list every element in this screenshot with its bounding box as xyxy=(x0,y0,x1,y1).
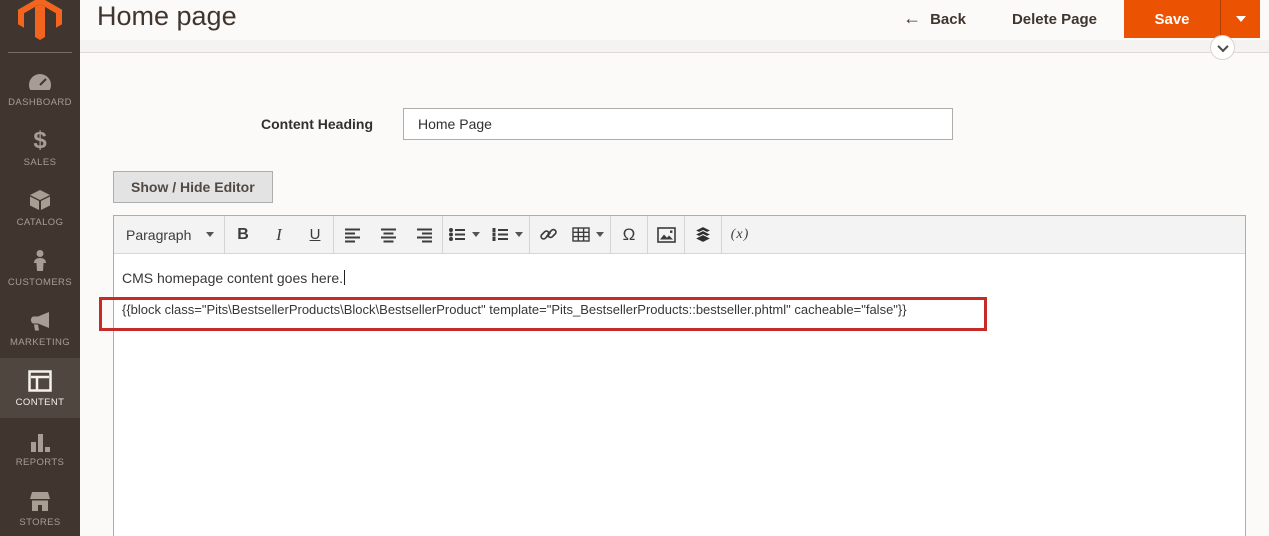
sidebar-item-stores[interactable]: STORES xyxy=(0,478,80,536)
insert-link-button[interactable] xyxy=(530,216,566,253)
marketing-icon xyxy=(28,308,52,332)
sidebar-item-catalog[interactable]: CATALOG xyxy=(0,178,80,238)
save-split-button: Save xyxy=(1124,0,1260,38)
sidebar-divider xyxy=(8,52,72,53)
reports-icon xyxy=(28,428,52,452)
sidebar-item-label: CONTENT xyxy=(15,397,65,408)
align-center-button[interactable] xyxy=(370,216,406,253)
sidebar-item-customers[interactable]: CUSTOMERS xyxy=(0,238,80,298)
content-heading-label: Content Heading xyxy=(261,116,373,132)
insert-variable-button[interactable]: (x) xyxy=(722,216,758,253)
back-arrow-icon: ← xyxy=(903,7,922,28)
section-collapse-toggle[interactable] xyxy=(1210,35,1235,60)
paragraph-format-dropdown[interactable]: Paragraph xyxy=(114,216,224,253)
sidebar-item-label: DASHBOARD xyxy=(8,97,72,108)
admin-menu: DASHBOARD $ SALES CATALOG CUSTOMERS MARK… xyxy=(0,58,80,536)
editor-content-area[interactable]: CMS homepage content goes here. {{block … xyxy=(114,254,1245,536)
back-button[interactable]: ← Back xyxy=(903,7,966,30)
delete-page-button[interactable]: Delete Page xyxy=(1012,11,1097,28)
insert-image-button[interactable] xyxy=(648,216,684,253)
sidebar-item-label: MARKETING xyxy=(9,337,71,348)
sidebar-item-sales[interactable]: $ SALES xyxy=(0,118,80,178)
save-button[interactable]: Save xyxy=(1124,0,1220,38)
content-heading-input[interactable] xyxy=(403,108,953,140)
editor-text-line: CMS homepage content goes here. xyxy=(122,270,346,286)
special-character-button[interactable]: Ω xyxy=(611,216,647,253)
chevron-down-icon xyxy=(472,232,480,237)
customers-icon xyxy=(30,248,50,272)
numbered-list-button[interactable] xyxy=(486,216,529,253)
page-actions-band xyxy=(80,40,1269,53)
chevron-down-icon xyxy=(596,232,604,237)
text-cursor xyxy=(344,270,346,285)
content-heading-field-row: Content Heading xyxy=(113,108,953,140)
insert-table-button[interactable] xyxy=(566,216,610,253)
chevron-down-icon xyxy=(206,232,214,237)
sidebar-item-label: CUSTOMERS xyxy=(7,277,73,288)
align-right-button[interactable] xyxy=(406,216,442,253)
italic-button[interactable]: I xyxy=(261,216,297,253)
sidebar-item-marketing[interactable]: MARKETING xyxy=(0,298,80,358)
chevron-down-icon xyxy=(515,232,523,237)
sidebar-item-content[interactable]: CONTENT xyxy=(0,358,80,418)
editor-toolbar: Paragraph B I U Ω (x) xyxy=(114,216,1245,254)
catalog-icon xyxy=(28,188,52,212)
magento-logo-icon[interactable] xyxy=(18,0,62,42)
stores-icon xyxy=(28,488,52,512)
save-options-caret-button[interactable] xyxy=(1220,0,1260,38)
content-icon xyxy=(28,368,52,392)
underline-button[interactable]: U xyxy=(297,216,333,253)
sales-icon: $ xyxy=(33,127,47,154)
insert-widget-button[interactable] xyxy=(685,216,721,253)
chevron-down-icon xyxy=(1235,16,1246,22)
sidebar-item-label: STORES xyxy=(19,517,61,528)
bullet-list-button[interactable] xyxy=(443,216,486,253)
sidebar-item-label: CATALOG xyxy=(16,217,64,228)
dashboard-icon xyxy=(27,68,53,92)
editor-block-directive-line: {{block class="Pits\BestsellerProducts\B… xyxy=(122,302,907,317)
page-actions: ← Back Delete Page Save xyxy=(903,0,1260,38)
bold-button[interactable]: B xyxy=(225,216,261,253)
magento-admin-cms-page-edit: DASHBOARD $ SALES CATALOG CUSTOMERS MARK… xyxy=(0,0,1269,536)
sidebar-item-dashboard[interactable]: DASHBOARD xyxy=(0,58,80,118)
show-hide-editor-button[interactable]: Show / Hide Editor xyxy=(113,171,273,203)
wysiwyg-editor: Paragraph B I U Ω (x) CMS homepage conte… xyxy=(113,215,1246,536)
align-left-button[interactable] xyxy=(334,216,370,253)
page-title: Home page xyxy=(97,1,237,31)
sidebar-item-label: REPORTS xyxy=(15,457,65,468)
sidebar-item-label: SALES xyxy=(23,157,57,168)
admin-sidebar: DASHBOARD $ SALES CATALOG CUSTOMERS MARK… xyxy=(0,0,80,536)
sidebar-item-reports[interactable]: REPORTS xyxy=(0,418,80,478)
chevron-down-icon xyxy=(1216,40,1229,52)
